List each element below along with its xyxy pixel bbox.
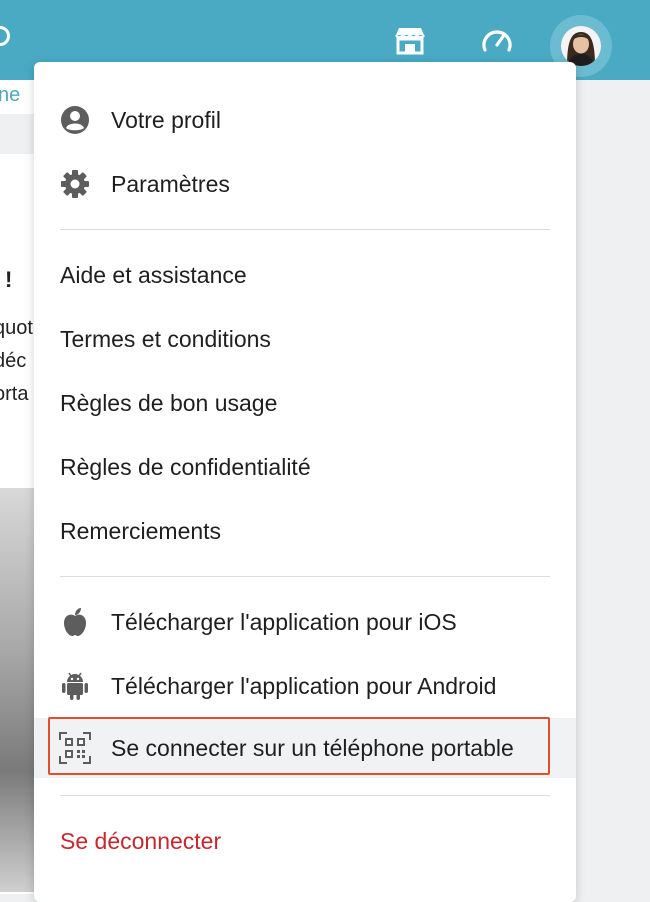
highlight-outline — [48, 717, 550, 775]
menu-item-label: Paramètres — [111, 170, 230, 197]
android-icon — [58, 669, 92, 703]
menu-item-terms[interactable]: Termes et conditions — [34, 309, 576, 369]
menu-item-label: Règles de confidentialité — [60, 453, 311, 480]
menu-item-label: Termes et conditions — [60, 325, 271, 352]
menu-item-label: Se déconnecter — [60, 827, 222, 854]
apple-icon — [58, 605, 92, 639]
account-dropdown-menu: Votre profil Paramètres Aide et assistan… — [34, 62, 576, 902]
logo-icon — [0, 26, 10, 46]
menu-item-privacy[interactable]: Règles de confidentialité — [34, 437, 576, 497]
menu-item-label: Règles de bon usage — [60, 389, 278, 416]
menu-item-label: Aide et assistance — [60, 261, 247, 288]
user-circle-icon — [58, 103, 92, 137]
background-text: déc — [0, 350, 27, 372]
background-right — [576, 80, 650, 892]
menu-divider — [60, 229, 550, 230]
menu-item-logout[interactable]: Se déconnecter — [34, 811, 576, 871]
speedometer-icon[interactable] — [479, 22, 515, 58]
background-text: ! — [5, 267, 13, 292]
menu-item-help[interactable]: Aide et assistance — [34, 245, 576, 305]
menu-item-label: Remerciements — [60, 517, 222, 544]
background-tab-text: ne — [0, 84, 21, 106]
gear-icon — [58, 167, 92, 201]
menu-item-label: Télécharger l'application pour iOS — [111, 608, 457, 635]
menu-divider — [60, 795, 550, 796]
menu-item-download-android[interactable]: Télécharger l'application pour Android — [34, 656, 576, 716]
menu-item-settings[interactable]: Paramètres — [34, 154, 576, 214]
background-text: quot — [0, 317, 33, 339]
storefront-icon[interactable] — [392, 22, 428, 58]
menu-divider — [60, 576, 550, 577]
menu-item-label: Votre profil — [111, 106, 221, 133]
menu-item-download-ios[interactable]: Télécharger l'application pour iOS — [34, 592, 576, 652]
menu-item-label: Télécharger l'application pour Android — [111, 672, 497, 699]
background-text: orta — [0, 383, 29, 405]
user-avatar — [561, 26, 601, 66]
menu-item-acknowledgements[interactable]: Remerciements — [34, 501, 576, 561]
menu-item-usage-rules[interactable]: Règles de bon usage — [34, 373, 576, 433]
menu-item-profile[interactable]: Votre profil — [34, 90, 576, 150]
